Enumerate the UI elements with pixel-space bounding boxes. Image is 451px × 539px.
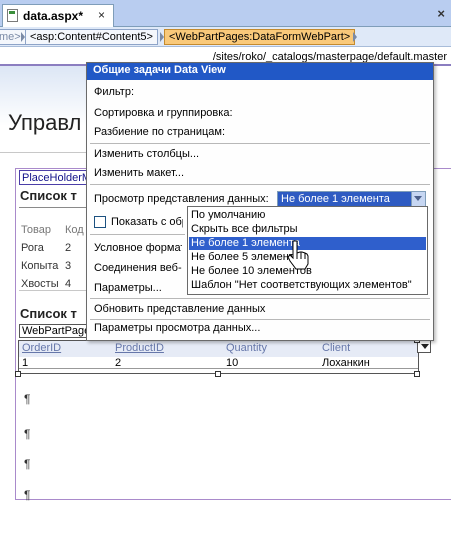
data-view-tasks-panel: Общие задачи Data View Фильтр: Сортировк… — [86, 62, 434, 341]
refresh-view-link[interactable]: Обновить представление данных — [94, 303, 265, 315]
close-tab-icon[interactable]: × — [98, 8, 105, 22]
list-row: Копыта 3 — [21, 260, 91, 278]
resize-handle[interactable] — [15, 371, 21, 377]
filter-link[interactable]: Фильтр: — [94, 86, 134, 98]
paragraph-mark: ¶ — [24, 427, 31, 441]
web-part-connections-link[interactable]: Соединения веб-ч — [94, 262, 182, 274]
parameters-link[interactable]: Параметры... — [94, 282, 162, 294]
preview-label: Просмотр представления данных: — [94, 193, 269, 205]
divider — [90, 298, 430, 299]
edit-layout-link[interactable]: Изменить макет... — [94, 167, 184, 179]
close-window-icon[interactable]: × — [437, 6, 445, 21]
divider — [90, 234, 185, 235]
show-with-sample-checkbox[interactable] — [94, 216, 106, 228]
divider — [0, 152, 90, 153]
mouse-cursor-icon — [287, 240, 309, 270]
list-cell: Копыта — [21, 260, 59, 272]
sort-group-link[interactable]: Сортировка и группировка: — [94, 107, 233, 119]
placeholder-tab[interactable]: PlaceHolderM — [19, 170, 89, 185]
tag-selector-bar: me> <asp:Content#Content5> <WebPartPages… — [0, 27, 451, 47]
aspx-file-icon — [7, 9, 18, 22]
list-title: Список т — [20, 306, 77, 321]
preview-select[interactable]: Не более 1 элемента — [277, 191, 426, 207]
preview-option[interactable]: По умолчанию — [189, 209, 426, 222]
data-view-header — [19, 341, 418, 357]
divider — [19, 368, 418, 369]
divider — [90, 184, 430, 185]
divider — [19, 207, 89, 208]
tag-crumb-content[interactable]: <asp:Content#Content5> — [25, 29, 158, 45]
document-tab-strip: data.aspx* × × — [0, 0, 451, 27]
column-header-orderid[interactable]: OrderID — [22, 342, 61, 354]
divider — [19, 290, 89, 291]
column-header-quantity: Quantity — [226, 342, 267, 354]
paragraph-mark: ¶ — [24, 457, 31, 471]
list-row: Рога 2 — [21, 242, 91, 260]
preview-option[interactable]: Шаблон "Нет соответствующих элементов" — [189, 279, 426, 292]
dropdown-arrow-icon[interactable] — [411, 192, 425, 206]
show-with-sample-label[interactable]: Показать с обр — [111, 216, 183, 228]
list-cell: 3 — [65, 260, 72, 272]
preview-option[interactable]: Скрыть все фильтры — [189, 223, 426, 236]
crumb-arrow-icon — [353, 32, 357, 42]
list-row: Хвосты 4 — [21, 278, 91, 296]
tag-crumb-dataformwebpart[interactable]: <WebPartPages:DataFormWebPart> — [164, 29, 356, 45]
resize-handle[interactable] — [414, 371, 420, 377]
document-tab[interactable]: data.aspx* × — [2, 4, 114, 27]
webpart-tab[interactable]: WebPartPage — [19, 324, 87, 338]
document-tab-title: data.aspx* — [23, 9, 84, 23]
preview-select-value: Не более 1 элемента — [281, 193, 390, 205]
column-header-productid[interactable]: ProductID — [115, 342, 164, 354]
products-list: Товар Код Рога 2 Копыта 3 Хвосты 4 — [21, 224, 91, 296]
divider — [90, 319, 430, 320]
list-header-row: Товар Код — [21, 224, 91, 242]
paragraph-mark: ¶ — [24, 488, 31, 502]
edit-columns-link[interactable]: Изменить столбцы... — [94, 148, 199, 160]
divider — [90, 143, 430, 144]
list-header-cell: Код — [65, 224, 84, 236]
list-title: Список т — [20, 188, 77, 203]
data-view-webpart[interactable]: OrderID ProductID Quantity Client 1 2 10… — [18, 340, 419, 374]
list-cell: Хвосты — [21, 278, 59, 290]
list-header-cell: Товар — [21, 224, 51, 236]
column-header-client: Client — [322, 342, 351, 354]
list-cell: 4 — [65, 278, 72, 290]
list-cell: 2 — [65, 242, 72, 254]
resize-handle[interactable] — [215, 371, 221, 377]
tasks-panel-title: Общие задачи Data View — [87, 63, 433, 80]
list-cell: Рога — [21, 242, 44, 254]
view-parameters-link[interactable]: Параметры просмотра данных... — [94, 322, 260, 334]
page-heading: Управл — [8, 110, 82, 135]
conditional-formatting-link[interactable]: Условное формати — [94, 242, 182, 254]
paging-link[interactable]: Разбиение по страницам: — [94, 126, 225, 138]
paragraph-mark: ¶ — [24, 392, 31, 406]
